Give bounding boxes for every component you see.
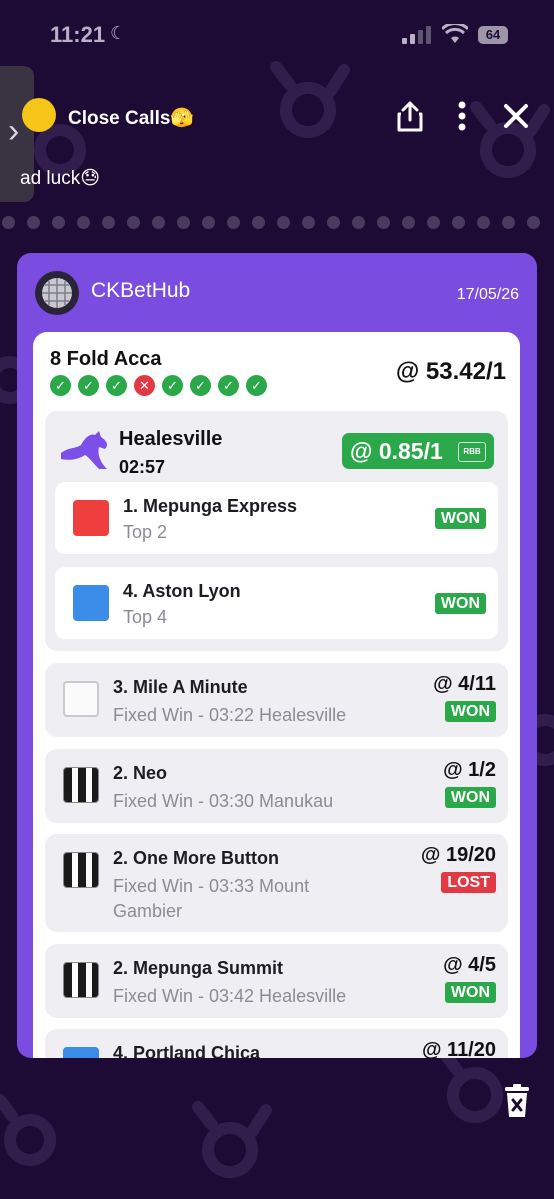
leg-row: 2. Mepunga Summit Fixed Win - 03:42 Heal… [45,944,508,1018]
status-time: 11:21 [50,22,106,47]
result-badge: WON [434,508,486,529]
runner-name: 2. Mepunga Summit [113,958,284,978]
bet-date: 17/05/26 [456,286,519,303]
runner-name: 4. Portland Chica [113,1043,261,1058]
result-badge: WON [434,593,486,614]
silk-icon [63,1047,99,1058]
multi-leg-group: Healesville 02:57 @ 0.85/1 RBB 1. Mepung… [45,411,508,651]
leg-price: @ 1/2 [443,759,496,781]
tipster-name: CKBetHub [91,279,191,302]
greyhound-icon [61,431,108,469]
disco-ball-icon [42,278,72,308]
more-icon[interactable] [455,101,469,131]
runner-name: 2. Neo [113,763,168,783]
runner-name: 3. Mile A Minute [113,677,248,697]
runner-market: Top 4 [123,607,168,627]
leg-price: @ 4/11 [433,673,496,695]
silk-icon [63,767,99,803]
bet-slip: 8 Fold Acca @ 53.42/1 ✓ ✓ ✓ ✕ ✓ ✓ ✓ ✓ Healesvil… [33,332,520,1058]
result-badge: WON [444,787,496,808]
leg-price: @ 4/5 [443,954,496,976]
tipster-avatar [35,271,79,315]
chat-title: Close Calls🫣 [68,108,195,129]
bet-card[interactable]: CKBetHub 17/05/26 8 Fold Acca @ 53.42/1 … [17,253,537,1058]
leg-detail: Fixed Win - 03:30 Manukau [113,791,334,811]
runner-market: Top 2 [123,522,168,542]
trash-icon[interactable] [504,1084,530,1118]
signal-icon [402,26,431,44]
silk-icon [63,852,99,888]
silk-icon [73,500,109,536]
check-icon: ✓ [78,375,99,396]
moon-icon: ☾ [110,23,127,43]
check-icon: ✓ [162,375,183,396]
avatar [22,98,56,132]
silk-icon [63,681,99,717]
check-icon: ✓ [218,375,239,396]
bet-title: 8 Fold Acca [50,348,162,370]
result-badge: WON [444,701,496,722]
wifi-icon [442,24,468,43]
leg-price: @ 19/20 [420,844,496,866]
check-icon: ✓ [246,375,267,396]
leg-detail: Fixed Win - 03:42 Healesville [113,986,347,1006]
group-runner: 1. Mepunga Express Top 2 WON [55,482,498,554]
close-icon[interactable] [503,103,529,129]
leg-price: @ 11/20 [421,1039,496,1058]
leg-row: 2. One More Button Fixed Win - 03:33 Mou… [45,834,508,932]
group-runner: 4. Aston Lyon Top 4 WON [55,567,498,639]
runner-name: 4. Aston Lyon [123,581,241,601]
silk-icon [63,962,99,998]
cross-icon: ✕ [134,375,155,396]
leg-detail: Fixed Win - 03:22 Healesville [113,705,347,725]
result-badge: LOST [441,872,496,893]
share-icon[interactable] [396,100,424,132]
check-icon: ✓ [50,375,71,396]
check-icon: ✓ [190,375,211,396]
status-bar: 11:21 ☾ 64 [0,0,554,70]
battery-indicator: 64 [478,26,508,44]
divider-dots [0,216,554,230]
leg-results: ✓ ✓ ✓ ✕ ✓ ✓ ✓ ✓ [50,375,267,396]
leg-row: 4. Portland Chica @ 11/20 [45,1029,508,1058]
leg-row: 2. Neo Fixed Win - 03:30 Manukau @ 1/2 W… [45,749,508,823]
chevron-right-icon: › [8,112,20,150]
result-badge: WON [444,982,496,1003]
leg-row: 3. Mile A Minute Fixed Win - 03:22 Heale… [45,663,508,737]
group-venue: Healesville [119,428,223,450]
total-odds: @ 53.42/1 [395,358,506,385]
leg-detail: Fixed Win - 03:33 Mount Gambier [113,876,310,921]
group-time: 02:57 [119,457,166,477]
silk-icon [73,585,109,621]
runner-name: 1. Mepunga Express [123,496,298,516]
group-odds: @ 0.85/1 [350,438,443,464]
check-icon: ✓ [106,375,127,396]
chat-message: ad luck😓 [20,168,101,189]
runner-name: 2. One More Button [113,848,279,868]
group-odds-badge: @ 0.85/1 RBB [342,433,494,469]
rbb-tag: RBB [458,442,486,462]
